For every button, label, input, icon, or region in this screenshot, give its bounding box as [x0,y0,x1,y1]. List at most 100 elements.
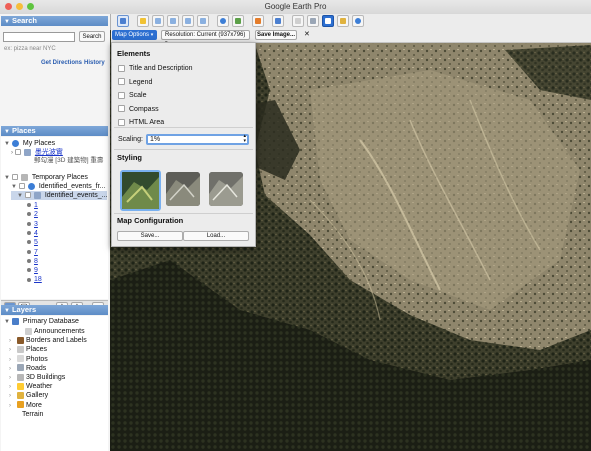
element-option-label: Compass [129,105,159,113]
sunlight-button[interactable] [232,15,244,27]
search-button[interactable]: Search [79,31,105,42]
chevron-down-icon: ▾ [150,32,154,38]
my-places-row[interactable]: ▼ My Places [4,139,55,148]
temporary-places-row[interactable]: ▼ Temporary Places [4,173,88,182]
visibility-checkbox[interactable] [11,174,18,181]
add-placemark-button[interactable] [137,15,149,27]
layer-row[interactable]: › Borders and Labels [9,336,87,345]
layer-row[interactable]: › Roads [9,364,46,373]
view-in-maps-button[interactable] [337,15,349,27]
history-link[interactable]: History [84,60,105,66]
point-icon [27,240,31,245]
event-link[interactable]: 18 [34,276,42,283]
layer-row[interactable]: › 3D Buildings [9,373,65,382]
checkbox[interactable] [118,119,125,127]
visibility-checkbox[interactable] [18,183,25,190]
layer-row[interactable]: › Photos [9,355,48,364]
event-link[interactable]: 4 [34,230,38,237]
layer-row[interactable]: Announcements [15,327,85,336]
event-link[interactable]: 5 [34,239,38,246]
layer-label: Terrain [22,410,44,418]
print-button[interactable] [307,15,319,27]
style-thumbnail-3[interactable] [209,172,243,206]
event-link[interactable]: 7 [34,249,38,256]
identified-folder-label: Identified_events_fr... [38,183,106,190]
point-icon [27,203,31,208]
event-row[interactable]: 4 [27,229,38,238]
scaling-input[interactable]: 1% ▴ ▾ [146,134,249,145]
event-row[interactable]: 18 [27,275,42,284]
layer-label: Weather [26,383,53,391]
primary-database-row[interactable]: ▼ Primary Database [4,317,79,326]
save-config-button[interactable]: Save... [117,231,183,241]
planets-button[interactable] [252,15,264,27]
event-link[interactable]: 8 [34,258,38,265]
sidebar-toggle-button[interactable] [117,15,129,27]
element-option-row[interactable]: Scale [118,91,147,100]
layer-row[interactable]: Terrain [9,410,43,419]
record-tour-button[interactable] [197,15,209,27]
load-config-button[interactable]: Load... [183,231,249,241]
add-polygon-button[interactable] [152,15,164,27]
style-thumbnail-2[interactable] [166,172,200,206]
element-option-label: Legend [129,78,153,86]
event-row[interactable]: 8 [27,257,38,266]
event-row[interactable]: 3 [27,220,38,229]
checkbox[interactable] [118,91,125,99]
save-image-button[interactable]: Save Image... [255,30,297,40]
layer-label: Roads [26,364,47,372]
element-option-row[interactable]: Compass [118,105,159,114]
layer-row[interactable]: › Weather [9,382,52,391]
event-row[interactable]: 1 [27,201,38,210]
event-link[interactable]: 2 [34,211,38,218]
places-panel-header[interactable]: ▼ Places [1,126,108,136]
element-option-row[interactable]: Title and Description [118,64,193,73]
event-row[interactable]: 5 [27,238,38,247]
event-row[interactable]: 9 [27,266,38,275]
email-button[interactable] [292,15,304,27]
camera-icon [325,18,331,24]
ruler-button[interactable] [272,15,284,27]
more-icon [17,401,24,409]
event-link[interactable]: 1 [34,202,38,209]
layer-row[interactable]: › Gallery [9,391,48,400]
earth-button[interactable] [352,15,364,27]
add-path-button[interactable] [167,15,179,27]
place-link[interactable]: 墨光波實 [35,149,63,156]
event-row[interactable]: 2 [27,210,38,219]
event-link[interactable]: 9 [34,267,38,274]
layer-row[interactable]: › More [9,401,42,410]
resolution-dropdown[interactable]: Resolution: Current (937x796) ▾ [161,30,250,46]
search-panel-header[interactable]: ▼ Search [1,16,108,26]
style-thumbnail-1[interactable] [120,170,161,211]
identified-subfolder-label: Identified_events_... [44,192,108,199]
historical-imagery-button[interactable] [217,15,229,27]
stepper-icon[interactable]: ▴ ▾ [243,134,246,144]
search-input[interactable] [3,32,75,42]
element-option-row[interactable]: Legend [118,78,152,87]
identified-subfolder-row[interactable]: ▼ Identified_events_... [11,191,107,200]
layer-row[interactable]: › Places [9,345,47,354]
event-row[interactable]: 7 [27,248,38,257]
add-overlay-button[interactable] [182,15,194,27]
element-option-label: Scale [129,92,147,100]
buildings-icon [17,373,24,381]
identified-folder-row[interactable]: ▼ Identified_events_fr... [11,182,105,191]
checkbox[interactable] [118,105,125,113]
map-options-dropdown[interactable]: Map Options ▾ [112,30,157,40]
tour-icon [200,18,206,24]
point-icon [27,249,31,254]
get-directions-link[interactable]: Get Directions [41,60,82,66]
checkbox[interactable] [118,78,125,86]
save-image-toolbar-button[interactable] [322,15,334,27]
save-image-bar: Map Options ▾ Resolution: Current (937x7… [111,29,591,46]
layers-panel-header[interactable]: ▼ Layers [1,305,108,315]
checkbox[interactable] [118,64,125,72]
sidebar: ▼ Search Search ex: pizza near NYC Get Di… [0,14,111,451]
disclosure-icon: ▼ [4,141,10,147]
event-link[interactable]: 3 [34,221,38,228]
close-icon[interactable]: ✕ [304,30,310,38]
style-preview-image [122,172,159,209]
visibility-checkbox[interactable] [24,192,31,199]
visibility-checkbox[interactable] [14,149,21,156]
